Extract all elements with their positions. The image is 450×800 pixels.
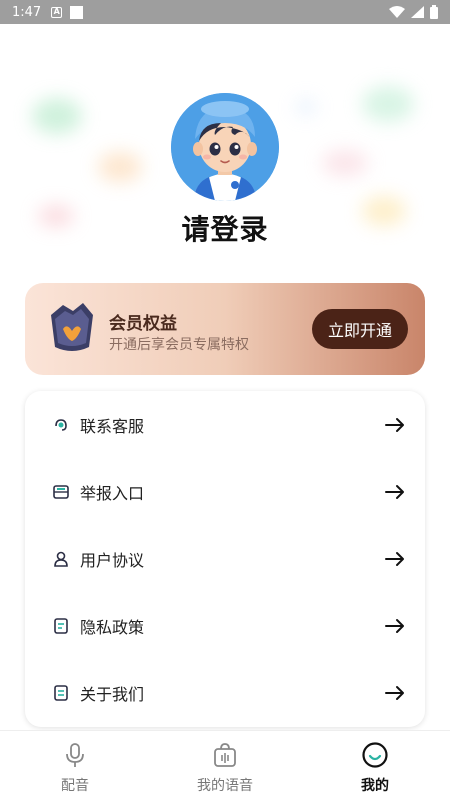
menu-item-label: 用户协议 (80, 550, 145, 570)
smile-face-icon (362, 742, 388, 768)
menu-item-report[interactable]: 举报入口 (25, 458, 425, 525)
arrow-right-icon (385, 618, 404, 633)
status-bar: 1:47 A (0, 0, 450, 24)
avatar[interactable] (171, 93, 279, 201)
menu-item-label: 隐私政策 (80, 617, 145, 637)
menu-item-label: 联系客服 (80, 416, 145, 436)
wifi-icon (389, 6, 405, 18)
menu-item-label: 举报入口 (80, 483, 145, 503)
menu-item-privacy-policy[interactable]: 隐私政策 (25, 592, 425, 659)
menu-item-about-us[interactable]: 关于我们 (25, 659, 425, 726)
tab-my-voice[interactable]: 我的语音 (150, 731, 300, 800)
settings-menu: 联系客服 举报入口 用户协议 隐私政策 关于我们 (25, 391, 425, 727)
user-icon (54, 551, 68, 567)
member-benefits-card[interactable]: 会员权益 开通后享会员专属特权 立即开通 (25, 283, 425, 375)
signal-icon (411, 6, 424, 18)
decor-blob (322, 150, 368, 176)
status-time: 1:47 (12, 4, 42, 20)
cartoon-boy-avatar-icon (171, 93, 279, 201)
arrow-right-icon (385, 685, 404, 700)
info-document-icon (54, 684, 68, 701)
battery-icon (430, 5, 438, 19)
decor-blob (296, 100, 316, 114)
member-subtitle: 开通后享会员专属特权 (109, 337, 249, 353)
tab-label: 配音 (61, 778, 89, 794)
bottom-nav: 配音 我的语音 我的 (0, 730, 450, 800)
tab-dubbing[interactable]: 配音 (0, 731, 150, 800)
tab-label: 我的语音 (197, 778, 253, 794)
decor-blob (98, 152, 142, 182)
menu-item-user-agreement[interactable]: 用户协议 (25, 525, 425, 592)
headset-icon (55, 418, 67, 431)
member-title: 会员权益 (109, 314, 177, 334)
vip-crown-icon (51, 303, 93, 351)
document-icon (54, 617, 68, 634)
menu-item-contact-service[interactable]: 联系客服 (25, 391, 425, 458)
microphone-icon (66, 743, 84, 767)
tab-mine[interactable]: 我的 (300, 731, 450, 800)
report-inbox-icon (53, 484, 69, 499)
notification-a-icon: A (51, 6, 63, 18)
arrow-right-icon (385, 417, 404, 432)
decor-blob (362, 86, 414, 122)
notification-square-icon (70, 5, 84, 19)
arrow-right-icon (385, 484, 404, 499)
menu-item-label: 关于我们 (80, 684, 145, 704)
voice-bag-icon (214, 743, 236, 767)
login-prompt[interactable]: 请登录 (0, 208, 450, 248)
open-membership-button[interactable]: 立即开通 (312, 309, 408, 349)
tab-label: 我的 (361, 778, 389, 794)
decor-blob (32, 98, 82, 134)
arrow-right-icon (385, 551, 404, 566)
